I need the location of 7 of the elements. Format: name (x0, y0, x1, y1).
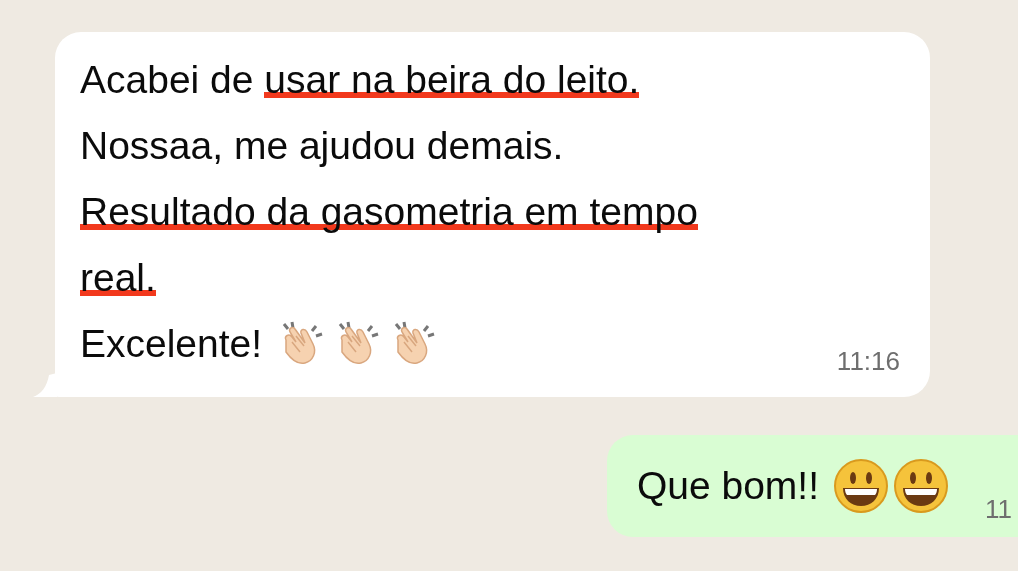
message-time: 11:16 (836, 346, 900, 377)
message-text: Que bom!! (636, 463, 819, 509)
message-text: Excelente! (80, 321, 263, 367)
smiley-icon (833, 458, 889, 514)
message-text: Nossaa, me ajudou demais. (80, 123, 564, 169)
message-time: 11 (985, 494, 1012, 525)
smiley-icon (893, 458, 949, 514)
